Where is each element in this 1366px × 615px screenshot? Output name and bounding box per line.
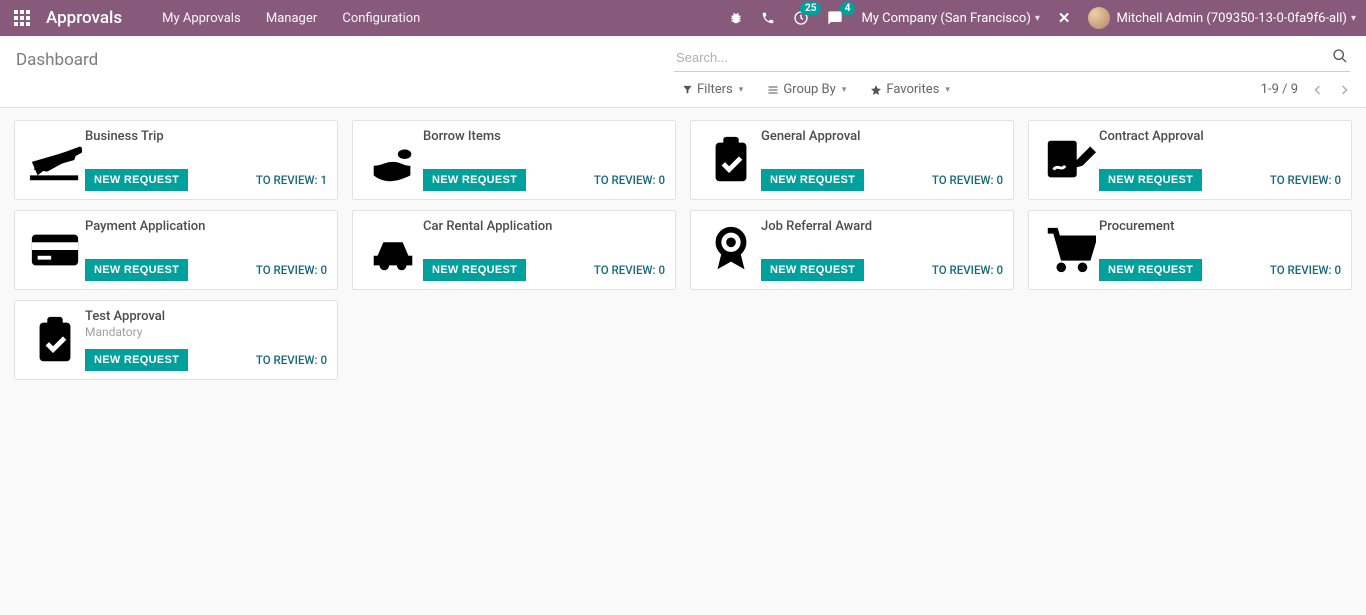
- apps-icon[interactable]: [10, 6, 34, 30]
- approval-card[interactable]: Business Trip NEW REQUEST TO REVIEW: 1: [14, 120, 338, 200]
- to-review-link[interactable]: TO REVIEW: 0: [256, 353, 327, 367]
- search-icon[interactable]: [1332, 48, 1348, 64]
- new-request-button[interactable]: NEW REQUEST: [85, 259, 188, 281]
- breadcrumb: Dashboard: [16, 46, 98, 70]
- new-request-button[interactable]: NEW REQUEST: [1099, 169, 1202, 191]
- card-subtitle: Mandatory: [85, 325, 327, 339]
- user-name: Mitchell Admin (709350-13-0-0fa9f6-all): [1116, 11, 1346, 26]
- sign-icon: [1039, 129, 1099, 191]
- new-request-button[interactable]: NEW REQUEST: [761, 259, 864, 281]
- user-menu[interactable]: Mitchell Admin (709350-13-0-0fa9f6-all)▾: [1088, 7, 1356, 29]
- new-request-button[interactable]: NEW REQUEST: [423, 259, 526, 281]
- pager-next-icon[interactable]: [1338, 84, 1350, 96]
- clipboard-icon: [25, 309, 85, 371]
- company-switcher[interactable]: My Company (San Francisco)▾: [861, 11, 1039, 26]
- nav-menu: My Approvals Manager Configuration: [162, 11, 442, 26]
- kanban-board: Business Trip NEW REQUEST TO REVIEW: 1 Borr…: [0, 108, 1366, 392]
- card-title: Car Rental Application: [423, 219, 665, 234]
- new-request-button[interactable]: NEW REQUEST: [85, 349, 188, 371]
- approval-card[interactable]: Borrow Items NEW REQUEST TO REVIEW: 0: [352, 120, 676, 200]
- award-icon: [701, 219, 761, 281]
- phone-icon[interactable]: [761, 11, 775, 25]
- approval-card[interactable]: Car Rental Application NEW REQUEST TO REVI…: [352, 210, 676, 290]
- approval-card[interactable]: Contract Approval NEW REQUEST TO REVIEW: 0: [1028, 120, 1352, 200]
- control-panel: Dashboard Filters▾ Group By▾ Favorites▾ …: [0, 36, 1366, 108]
- car-icon: [363, 219, 423, 281]
- bug-icon[interactable]: [729, 11, 743, 25]
- card-icon: [25, 219, 85, 281]
- card-title: Contract Approval: [1099, 129, 1341, 144]
- close-icon[interactable]: ✕: [1058, 9, 1071, 27]
- to-review-link[interactable]: TO REVIEW: 0: [594, 263, 665, 277]
- to-review-link[interactable]: TO REVIEW: 0: [256, 263, 327, 277]
- card-title: Business Trip: [85, 129, 327, 144]
- approval-card[interactable]: Job Referral Award NEW REQUEST TO REVIEW: …: [690, 210, 1014, 290]
- menu-manager[interactable]: Manager: [266, 11, 317, 26]
- favorites-button[interactable]: Favorites▾: [870, 82, 950, 97]
- app-title[interactable]: Approvals: [46, 8, 122, 28]
- activity-icon[interactable]: 25: [793, 10, 809, 26]
- plane-icon: [25, 129, 85, 191]
- card-title: General Approval: [761, 129, 1003, 144]
- to-review-link[interactable]: TO REVIEW: 0: [1270, 263, 1341, 277]
- card-title: Borrow Items: [423, 129, 665, 144]
- navbar: Approvals My Approvals Manager Configura…: [0, 0, 1366, 36]
- approval-card[interactable]: General Approval NEW REQUEST TO REVIEW: 0: [690, 120, 1014, 200]
- new-request-button[interactable]: NEW REQUEST: [423, 169, 526, 191]
- avatar: [1088, 7, 1110, 29]
- to-review-link[interactable]: TO REVIEW: 0: [932, 263, 1003, 277]
- clipboard-icon: [701, 129, 761, 191]
- to-review-link[interactable]: TO REVIEW: 0: [1270, 173, 1341, 187]
- search-input[interactable]: [674, 46, 1350, 72]
- filters-button[interactable]: Filters▾: [682, 82, 743, 97]
- activity-badge: 25: [800, 2, 821, 15]
- to-review-link[interactable]: TO REVIEW: 0: [932, 173, 1003, 187]
- card-title: Procurement: [1099, 219, 1341, 234]
- approval-card[interactable]: Payment Application NEW REQUEST TO REVIEW:…: [14, 210, 338, 290]
- card-title: Payment Application: [85, 219, 327, 234]
- group-by-button[interactable]: Group By▾: [767, 82, 846, 97]
- hand-icon: [363, 129, 423, 191]
- new-request-button[interactable]: NEW REQUEST: [85, 169, 188, 191]
- pager-prev-icon[interactable]: [1312, 84, 1324, 96]
- approval-card[interactable]: Procurement NEW REQUEST TO REVIEW: 0: [1028, 210, 1352, 290]
- card-title: Test Approval: [85, 309, 327, 324]
- new-request-button[interactable]: NEW REQUEST: [761, 169, 864, 191]
- cart-icon: [1039, 219, 1099, 281]
- to-review-link[interactable]: TO REVIEW: 1: [256, 173, 327, 187]
- new-request-button[interactable]: NEW REQUEST: [1099, 259, 1202, 281]
- chat-icon[interactable]: 4: [827, 10, 843, 26]
- to-review-link[interactable]: TO REVIEW: 0: [594, 173, 665, 187]
- card-title: Job Referral Award: [761, 219, 1003, 234]
- menu-configuration[interactable]: Configuration: [342, 11, 420, 26]
- pager-text[interactable]: 1-9 / 9: [1261, 82, 1298, 97]
- chat-badge: 4: [840, 2, 856, 15]
- menu-my-approvals[interactable]: My Approvals: [162, 11, 241, 26]
- approval-card[interactable]: Test ApprovalMandatory NEW REQUEST TO REVI…: [14, 300, 338, 380]
